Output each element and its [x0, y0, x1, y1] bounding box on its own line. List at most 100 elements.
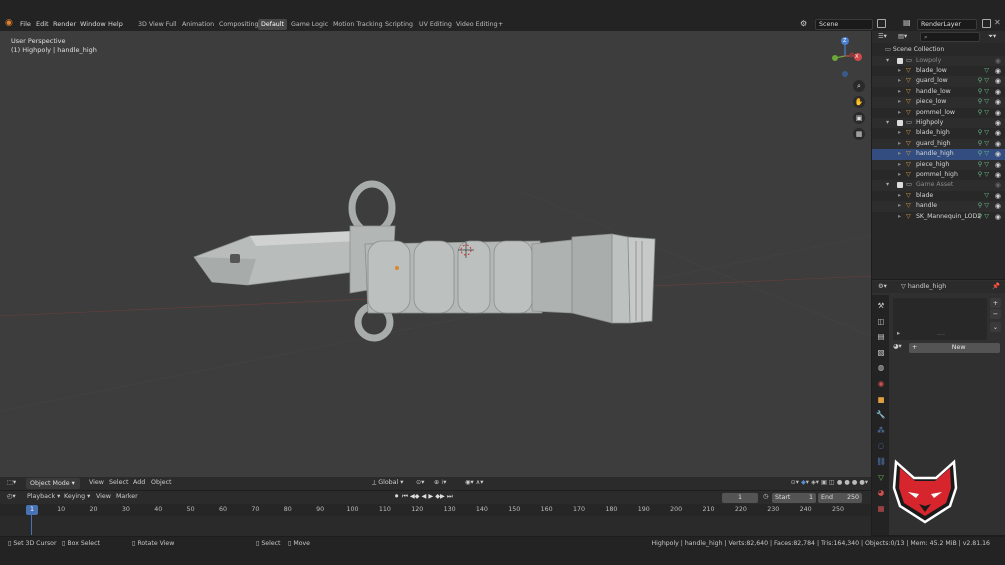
output-tab-icon[interactable]: ▤	[875, 329, 887, 345]
remove-slot-button[interactable]: −	[990, 309, 1001, 319]
tab-scripting[interactable]: Scripting	[382, 19, 416, 30]
timeline-editor-icon[interactable]: ◴▾	[7, 492, 16, 502]
blender-logo-icon[interactable]: ◉	[5, 18, 15, 28]
viewport-menu-add[interactable]: Add	[133, 478, 145, 488]
collection-checkbox[interactable]	[897, 57, 903, 64]
display-mode-icon[interactable]: ▤▾	[898, 32, 907, 42]
material-browse-icon[interactable]: ◕▾	[893, 342, 902, 352]
outliner-row-game-asset[interactable]: ▾ ▭ Game Asset ◉	[872, 180, 1005, 191]
collapse-arrow-icon[interactable]: ▾	[886, 118, 889, 128]
tab-default[interactable]: Default	[258, 19, 288, 30]
add-workspace-button[interactable]: +	[495, 19, 506, 30]
constraints-tab-icon[interactable]: ⛓	[875, 454, 887, 470]
new-scene-icon[interactable]	[877, 19, 886, 28]
viewport-menu-object[interactable]: Object	[151, 478, 172, 488]
expand-arrow-icon[interactable]: ▸	[898, 66, 901, 76]
outliner-row-guard-high[interactable]: ▸ ▽ ⚲ ▽ guard_high ◉	[872, 138, 1005, 150]
visibility-eye-icon[interactable]: ◉	[995, 118, 1001, 128]
expand-arrow-icon[interactable]: ▸	[898, 201, 901, 211]
expand-arrow-icon[interactable]: ▸	[898, 108, 901, 118]
timeline-menu-view[interactable]: View	[96, 492, 111, 502]
visibility-eye-icon[interactable]: ◉	[995, 97, 1001, 107]
outliner-row-blade-high[interactable]: ▸ ▽ ⚲ ▽ blade_high ◉	[872, 128, 1005, 138]
particles-tab-icon[interactable]: ⁂	[875, 423, 887, 439]
tab-animation[interactable]: Animation	[179, 19, 217, 30]
mesh-data-icon[interactable]: ⚲ ▽	[978, 128, 989, 138]
visibility-eye-icon[interactable]: ◉	[995, 139, 1001, 149]
expand-arrow-icon[interactable]: ▸	[898, 87, 901, 97]
viewport-menu-view[interactable]: View	[89, 478, 104, 488]
data-tab-icon[interactable]: ▽	[875, 470, 887, 486]
start-frame-field[interactable]: Start 1	[772, 493, 816, 503]
current-frame-field[interactable]: 1	[722, 493, 758, 503]
expand-arrow-icon[interactable]: ▸	[898, 191, 901, 201]
visibility-eye-icon[interactable]: ◉	[995, 87, 1001, 97]
pivot-icon[interactable]: ⊙▾	[416, 478, 424, 488]
expand-arrow-icon[interactable]: ▸	[898, 149, 901, 159]
collapse-arrow-icon[interactable]: ▾	[886, 56, 889, 66]
pin-icon[interactable]: 📌	[992, 282, 1000, 292]
expand-arrow-icon[interactable]: ▸	[898, 212, 901, 222]
timeline-menu-marker[interactable]: Marker	[116, 492, 138, 502]
mesh-data-icon[interactable]: ⚲ ▽	[978, 160, 989, 170]
viewport-menu-select[interactable]: Select	[109, 478, 128, 488]
playback-controls[interactable]: ⏺ ⏮ ◀◆ ◀ ▶ ◆▶ ⏭	[395, 492, 453, 502]
mesh-data-icon[interactable]: ⚲ ▽	[978, 139, 989, 149]
visibility-eye-icon[interactable]: ◉	[995, 170, 1001, 180]
view-layer-tab-icon[interactable]: ▧	[875, 345, 887, 361]
outliner-row-pommel-high[interactable]: ▸ ▽ ⚲ ▽ pommel_high ◉	[872, 170, 1005, 180]
mode-dropdown[interactable]: Object Mode ▾	[26, 478, 80, 489]
playhead[interactable]: 1	[26, 505, 38, 515]
zoom-icon[interactable]: ⌕	[853, 80, 865, 92]
outliner-row-handle[interactable]: ▸ ▽ ⚲ ▽ handle ◉	[872, 201, 1005, 212]
render-layer-field[interactable]: RenderLayer	[917, 19, 977, 30]
outliner-row-blade-low[interactable]: ▸ ▽ ▽ blade_low ◉	[872, 66, 1005, 76]
new-material-button[interactable]: + New	[909, 343, 1000, 353]
visibility-eye-icon[interactable]: ◉	[995, 180, 1001, 190]
outliner-row-blade[interactable]: ▸ ▽ ▽ blade ◉	[872, 191, 1005, 201]
visibility-eye-icon[interactable]: ◉	[995, 201, 1001, 211]
add-slot-button[interactable]: +	[990, 298, 1001, 308]
expand-arrow-icon[interactable]: ▸	[898, 76, 901, 86]
render-tab-icon[interactable]: ◫	[875, 314, 887, 330]
mesh-data-icon[interactable]: ⚲ ▽	[978, 97, 989, 107]
timeline-menu-playback[interactable]: Playback ▾	[27, 492, 60, 502]
bayonet-model[interactable]	[193, 180, 656, 342]
filter-icon[interactable]: ⏷▾	[988, 32, 996, 42]
expand-arrow-icon[interactable]: ▸	[898, 139, 901, 149]
visibility-eye-icon[interactable]: ◉	[995, 66, 1001, 76]
mesh-data-icon[interactable]: ▽	[984, 191, 989, 201]
snap-icon[interactable]: ⊕ ⁞▾	[434, 478, 446, 488]
expand-arrow-icon[interactable]: ▸	[898, 160, 901, 170]
visibility-eye-icon[interactable]: ◉	[995, 56, 1001, 66]
end-frame-field[interactable]: End 250	[818, 493, 862, 503]
outliner-editor-icon[interactable]: ☰▾	[878, 32, 887, 42]
visibility-eye-icon[interactable]: ◉	[995, 212, 1001, 222]
tab-uv-editing[interactable]: UV Editing	[416, 19, 455, 30]
timeline-menu-keying[interactable]: Keying ▾	[64, 492, 90, 502]
3d-viewport[interactable]: User Perspective (1) Highpoly | handle_h…	[0, 31, 871, 490]
visibility-eye-icon[interactable]: ◉	[995, 128, 1001, 138]
tool-tab-icon[interactable]: ⚒	[875, 298, 887, 314]
list-resize-handle[interactable]: ....	[937, 329, 945, 339]
outliner-row-lowpoly[interactable]: ▾ ▭ Lowpoly ◉	[872, 55, 1005, 66]
mesh-data-icon[interactable]: ⚲ ▽	[978, 76, 989, 86]
material-tab-icon[interactable]: ◕	[875, 485, 887, 501]
properties-editor-icon[interactable]: ⚙▾	[878, 282, 887, 292]
expand-arrow-icon[interactable]: ▸	[898, 128, 901, 138]
proportional-icon[interactable]: ◉▾ ∧▾	[465, 478, 483, 488]
list-expand-icon[interactable]: ▸	[897, 329, 900, 339]
collapse-arrow-icon[interactable]: ▾	[886, 180, 889, 190]
outliner-row-highpoly[interactable]: ▾ ▭ Highpoly ◉	[872, 118, 1005, 129]
mesh-data-icon[interactable]: ⚲ ▽	[978, 87, 989, 97]
pan-hand-icon[interactable]: ✋	[853, 96, 865, 108]
tab-game-logic[interactable]: Game Logic	[288, 19, 331, 30]
scene-icon[interactable]: ⚙	[800, 19, 807, 28]
object-tab-icon[interactable]: ■	[875, 392, 887, 408]
mesh-data-icon[interactable]: ▽	[984, 66, 989, 76]
clock-icon[interactable]: ◷	[763, 492, 769, 502]
tab-3d-view-full[interactable]: 3D View Full	[135, 19, 180, 30]
outliner-row-handle-low[interactable]: ▸ ▽ ⚲ ▽ handle_low ◉	[872, 87, 1005, 97]
menu-file[interactable]: File	[20, 18, 31, 30]
mesh-data-icon[interactable]: ⚲ ▽	[978, 108, 989, 118]
